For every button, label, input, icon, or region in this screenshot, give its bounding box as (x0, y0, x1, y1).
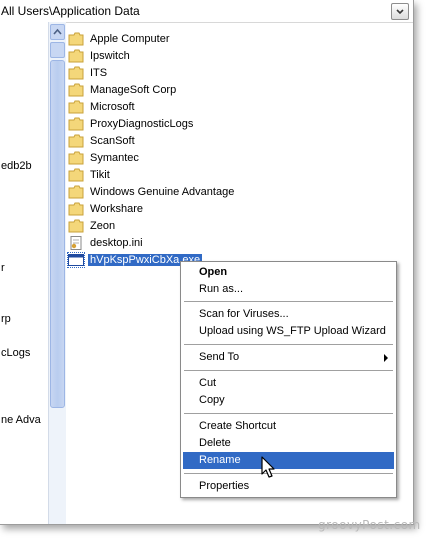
list-item[interactable]: Microsoft (68, 98, 137, 115)
list-item[interactable]: Workshare (68, 200, 145, 217)
folder-icon (68, 117, 84, 131)
watermark: groovyPost.com (318, 518, 421, 532)
menu-item-label: Send To (199, 351, 240, 363)
scrollbar-thumb[interactable] (50, 60, 65, 408)
address-path[interactable]: All Users\Application Data (1, 4, 140, 18)
folder-tree-item[interactable]: ne Adva (1, 414, 41, 426)
folder-tree-item[interactable]: r (1, 262, 5, 274)
file-name: Workshare (90, 202, 143, 215)
file-name: Ipswitch (90, 49, 130, 62)
menu-item-copy[interactable]: Copy (183, 392, 394, 409)
list-item[interactable]: Zeon (68, 217, 117, 234)
folder-icon (68, 134, 84, 148)
menu-item-open[interactable]: Open (183, 264, 394, 281)
file-name: Microsoft (90, 100, 135, 113)
chevron-down-icon (396, 9, 404, 15)
folder-icon (68, 151, 84, 165)
list-item[interactable]: Ipswitch (68, 47, 132, 64)
menu-item-send-to[interactable]: Send To (183, 349, 394, 366)
file-name: ScanSoft (90, 134, 135, 147)
address-dropdown-button[interactable] (391, 3, 409, 20)
menu-separator (184, 473, 393, 474)
folder-icon (68, 185, 84, 199)
list-item[interactable]: Apple Computer (68, 30, 172, 47)
explorer-window: All Users\Application Data edb2b r rp cL… (0, 0, 414, 525)
folders-scrollbar[interactable] (48, 22, 66, 524)
list-item[interactable]: ScanSoft (68, 132, 137, 149)
menu-item-properties[interactable]: Properties (183, 478, 394, 495)
list-item[interactable]: Windows Genuine Advantage (68, 183, 236, 200)
folders-pane: edb2b r rp cLogs ne Adva (0, 22, 48, 524)
file-name: Symantec (90, 151, 139, 164)
menu-item-create-shortcut[interactable]: Create Shortcut (183, 418, 394, 435)
list-item[interactable]: ITS (68, 64, 109, 81)
list-item[interactable]: ManageSoft Corp (68, 81, 178, 98)
file-name: Tikit (90, 168, 110, 181)
folder-icon (68, 202, 84, 216)
menu-item-delete[interactable]: Delete (183, 435, 394, 452)
menu-separator (184, 413, 393, 414)
folder-icon (68, 219, 84, 233)
folder-icon (68, 168, 84, 182)
address-bar[interactable]: All Users\Application Data (0, 0, 413, 23)
menu-item-run-as[interactable]: Run as... (183, 281, 394, 298)
menu-item-scan-for-viruses[interactable]: Scan for Viruses... (183, 306, 394, 323)
scroll-up-button[interactable] (50, 24, 65, 40)
folder-tree-item[interactable]: rp (1, 313, 11, 325)
folder-icon (68, 49, 84, 63)
submenu-arrow-icon (384, 354, 388, 362)
mouse-pointer-icon (261, 456, 275, 478)
folder-tree-item[interactable]: cLogs (1, 347, 30, 359)
file-name: desktop.ini (90, 236, 143, 249)
chevron-up-icon (53, 28, 62, 35)
file-name: ITS (90, 66, 108, 79)
folder-icon (68, 32, 84, 46)
list-item[interactable]: Tikit (68, 166, 112, 183)
menu-item-rename[interactable]: Rename (183, 452, 394, 469)
file-name: Windows Genuine Advantage (90, 185, 235, 198)
file-name: Zeon (90, 219, 116, 232)
file-name: ManageSoft Corp (90, 83, 177, 96)
menu-separator (184, 301, 393, 302)
menu-separator (184, 370, 393, 371)
settings-file-icon (68, 235, 84, 250)
file-name: Apple Computer (90, 32, 170, 45)
list-item[interactable]: desktop.ini (68, 234, 145, 251)
file-name: ProxyDiagnosticLogs (90, 117, 194, 130)
folder-icon (68, 83, 84, 97)
folder-icon (68, 100, 84, 114)
list-item[interactable]: Symantec (68, 149, 141, 166)
menu-item-upload-ws-ftp[interactable]: Upload using WS_FTP Upload Wizard (183, 323, 394, 340)
menu-separator (184, 344, 393, 345)
context-menu: Open Run as... Scan for Viruses... Uploa… (180, 261, 397, 498)
scroll-track-top[interactable] (50, 42, 65, 58)
application-icon (67, 251, 85, 268)
folder-tree-item[interactable]: edb2b (1, 160, 32, 172)
list-item[interactable]: ProxyDiagnosticLogs (68, 115, 195, 132)
folder-icon (68, 66, 84, 80)
menu-item-cut[interactable]: Cut (183, 375, 394, 392)
